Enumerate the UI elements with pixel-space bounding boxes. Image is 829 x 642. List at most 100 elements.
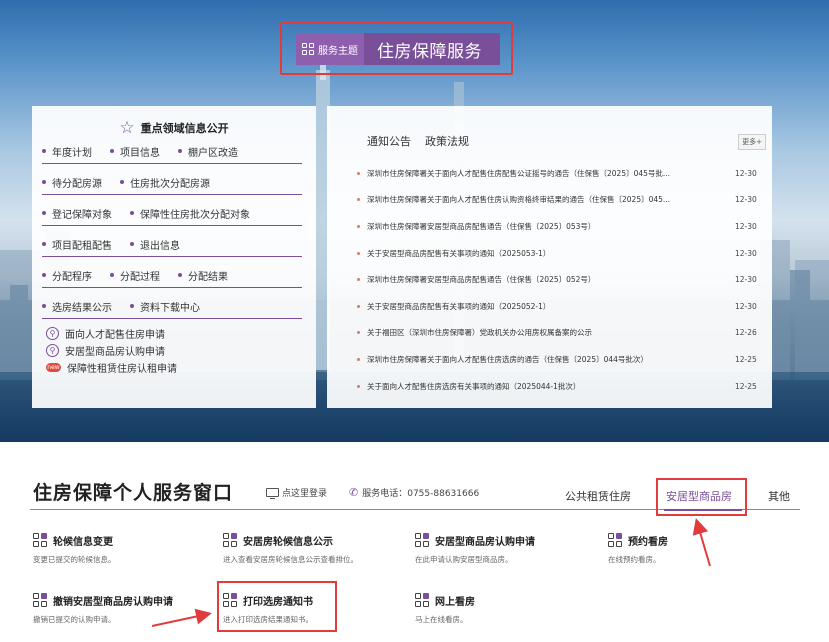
notice-title[interactable]: 深圳市住房保障署关于面向人才配售住房认购资格终审结果的通告（住保售〔2025〕0… xyxy=(367,194,735,205)
notice-date: 12-30 xyxy=(735,248,757,258)
service-card-title: 预约看房 xyxy=(628,536,668,548)
apply-link-label: 保障性租赁住房认租申请 xyxy=(67,364,177,375)
apply-link-label: 安居型商品房认购申请 xyxy=(65,347,165,358)
service-card-title: 轮候信息变更 xyxy=(53,536,113,548)
service-card-title: 安居型商品房认购申请 xyxy=(435,536,535,548)
key-info-link[interactable]: 资料下载中心 xyxy=(130,299,200,314)
star-icon: ☆ xyxy=(119,117,135,138)
key-info-link[interactable]: 保障性住房批次分配对象 xyxy=(130,206,250,221)
key-info-link[interactable]: 退出信息 xyxy=(130,237,180,252)
notice-date: 12-30 xyxy=(735,168,757,178)
notice-title[interactable]: 深圳市住房保障署关于面向人才配售住房配售公证摇号的通告（住保售〔2025〕045… xyxy=(367,168,735,179)
service-card-desc: 撤销已提交的认购申请。 xyxy=(33,615,116,624)
notice-panel: 通知公告 政策法规 更多+ 深圳市住房保障署关于面向人才配售住房配售公证摇号的通… xyxy=(327,106,772,408)
notice-item[interactable]: 深圳市住房保障署安居型商品房配售通告（住保售〔2025〕053号） 12-30 xyxy=(357,213,767,240)
key-info-row: 分配程序 分配过程 分配结果 xyxy=(42,263,302,288)
service-card-desc: 进入查看安居房轮候信息公示查看排位。 xyxy=(223,555,358,564)
key-info-link[interactable]: 分配结果 xyxy=(178,268,228,283)
key-info-link[interactable]: 住房批次分配房源 xyxy=(120,175,210,190)
notice-date: 12-30 xyxy=(735,275,757,285)
service-card-desc: 马上在线看房。 xyxy=(415,615,468,624)
service-card-title: 安居房轮候信息公示 xyxy=(243,536,333,548)
notice-list: 深圳市住房保障署关于面向人才配售住房配售公证摇号的通告（住保售〔2025〕045… xyxy=(357,160,767,399)
notice-title[interactable]: 关于福田区（深圳市住房保障署）党政机关办公用房权属备案的公示 xyxy=(367,327,735,338)
service-card-waitlist-publicity[interactable]: 安居房轮候信息公示 进入查看安居房轮候信息公示查看排位。 xyxy=(223,533,358,565)
service-card-title: 撤销安居型商品房认购申请 xyxy=(53,596,173,608)
notice-title[interactable]: 深圳市住房保障署安居型商品房配售通告（住保售〔2025〕053号） xyxy=(367,221,735,232)
key-info-row: 待分配房源 住房批次分配房源 xyxy=(42,170,302,195)
key-info-link[interactable]: 项目信息 xyxy=(110,144,160,159)
notice-item[interactable]: 关于面向人才配售住房选房有关事项的通知（2025044-1批次） 12-25 xyxy=(357,373,767,400)
notice-item[interactable]: 深圳市住房保障署安居型商品房配售通告（住保售〔2025〕052号） 12-30 xyxy=(357,266,767,293)
service-grid-icon xyxy=(415,593,429,607)
notice-item[interactable]: 深圳市住房保障署关于面向人才配售住房配售公证摇号的通告（住保售〔2025〕045… xyxy=(357,160,767,187)
notice-date: 12-30 xyxy=(735,221,757,231)
key-info-link[interactable]: 年度计划 xyxy=(42,144,92,159)
key-info-link[interactable]: 分配程序 xyxy=(42,268,92,283)
phone-icon: ✆ xyxy=(349,486,359,499)
notice-title[interactable]: 关于安居型商品房配售有关事项的通知（2025052-1） xyxy=(367,301,735,312)
person-icon: ⚲ xyxy=(46,344,59,357)
active-tab-highlight-frame xyxy=(656,478,747,516)
service-grid-icon xyxy=(415,533,429,547)
key-info-link[interactable]: 选房结果公示 xyxy=(42,299,112,314)
service-theme-banner[interactable]: 服务主题 住房保障服务 xyxy=(296,33,500,65)
service-theme-badge: 服务主题 xyxy=(296,33,364,65)
key-info-row: 选房结果公示 资料下载中心 xyxy=(42,294,302,319)
tab-public-rental-housing[interactable]: 公共租赁住房 xyxy=(565,488,631,504)
service-grid-icon xyxy=(608,533,622,547)
notice-date: 12-30 xyxy=(735,301,757,311)
key-info-link[interactable]: 待分配房源 xyxy=(42,175,102,190)
print-notice-highlight-frame xyxy=(217,581,337,632)
service-card-purchase-application[interactable]: 安居型商品房认购申请 在此申请认购安居型商品房。 xyxy=(415,533,535,565)
key-info-row: 登记保障对象 保障性住房批次分配对象 xyxy=(42,201,302,226)
login-link[interactable]: 点这里登录 xyxy=(266,486,327,499)
tab-other[interactable]: 其他 xyxy=(768,488,790,504)
service-card-title: 网上看房 xyxy=(435,596,475,608)
notice-title[interactable]: 关于安居型商品房配售有关事项的通知（2025053-1） xyxy=(367,248,735,259)
apply-link-rental-housing[interactable]: new 保障性租赁住房认租申请 xyxy=(46,359,316,376)
apply-link-talent-housing[interactable]: ⚲ 面向人才配售住房申请 xyxy=(46,325,316,342)
notice-item[interactable]: 关于安居型商品房配售有关事项的通知（2025053-1） 12-30 xyxy=(357,240,767,267)
service-title: 住房保障服务 xyxy=(377,41,482,62)
service-grid-icon xyxy=(33,593,47,607)
notice-date: 12-30 xyxy=(735,195,757,205)
notice-title[interactable]: 深圳市住房保障署安居型商品房配售通告（住保售〔2025〕052号） xyxy=(367,274,735,285)
tab-notices[interactable]: 通知公告 xyxy=(367,133,411,149)
notice-item[interactable]: 深圳市住房保障署关于面向人才配售住房选房的通告（住保售〔2025〕044号批次）… xyxy=(357,346,767,373)
key-info-row: 年度计划 项目信息 棚户区改造 xyxy=(42,139,302,164)
service-card-cancel-application[interactable]: 撤销安居型商品房认购申请 撤销已提交的认购申请。 xyxy=(33,593,173,625)
notice-tabs: 通知公告 政策法规 xyxy=(367,133,469,149)
service-grid-icon xyxy=(223,533,237,547)
service-card-waitlist-change[interactable]: 轮候信息变更 变更已提交的轮候信息。 xyxy=(33,533,116,565)
tab-policies[interactable]: 政策法规 xyxy=(425,133,469,149)
key-info-link[interactable]: 棚户区改造 xyxy=(178,144,238,159)
monitor-icon xyxy=(266,488,279,499)
key-info-link[interactable]: 项目配租配售 xyxy=(42,237,112,252)
grid-icon xyxy=(302,43,314,55)
key-info-row: 项目配租配售 退出信息 xyxy=(42,232,302,257)
notice-item[interactable]: 深圳市住房保障署关于面向人才配售住房认购资格终审结果的通告（住保售〔2025〕0… xyxy=(357,187,767,214)
apply-link-affordable-housing[interactable]: ⚲ 安居型商品房认购申请 xyxy=(46,342,316,359)
notice-date: 12-26 xyxy=(735,328,757,338)
more-button[interactable]: 更多+ xyxy=(738,134,766,150)
person-icon: ⚲ xyxy=(46,327,59,340)
service-card-desc: 在此申请认购安居型商品房。 xyxy=(415,555,513,564)
service-grid-icon xyxy=(33,533,47,547)
key-info-panel: ☆ 重点领域信息公开 年度计划 项目信息 棚户区改造 待分配房源 住房批次分配房… xyxy=(32,106,316,408)
new-badge: new xyxy=(46,363,61,372)
notice-title[interactable]: 关于面向人才配售住房选房有关事项的通知（2025044-1批次） xyxy=(367,381,735,392)
service-card-book-viewing[interactable]: 预约看房 在线预约看房。 xyxy=(608,533,668,565)
apply-link-label: 面向人才配售住房申请 xyxy=(65,330,165,341)
notice-date: 12-25 xyxy=(735,354,757,364)
arrow-to-tab xyxy=(692,518,711,567)
notice-item[interactable]: 关于安居型商品房配售有关事项的通知（2025052-1） 12-30 xyxy=(357,293,767,320)
key-info-link[interactable]: 分配过程 xyxy=(110,268,160,283)
notice-title[interactable]: 深圳市住房保障署关于面向人才配售住房选房的通告（住保售〔2025〕044号批次） xyxy=(367,354,735,365)
service-card-desc: 变更已提交的轮候信息。 xyxy=(33,555,116,564)
key-info-header: ☆ 重点领域信息公开 xyxy=(32,119,316,137)
login-label: 点这里登录 xyxy=(282,489,328,499)
key-info-link[interactable]: 登记保障对象 xyxy=(42,206,112,221)
notice-item[interactable]: 关于福田区（深圳市住房保障署）党政机关办公用房权属备案的公示 12-26 xyxy=(357,320,767,347)
service-card-online-viewing[interactable]: 网上看房 马上在线看房。 xyxy=(415,593,475,625)
